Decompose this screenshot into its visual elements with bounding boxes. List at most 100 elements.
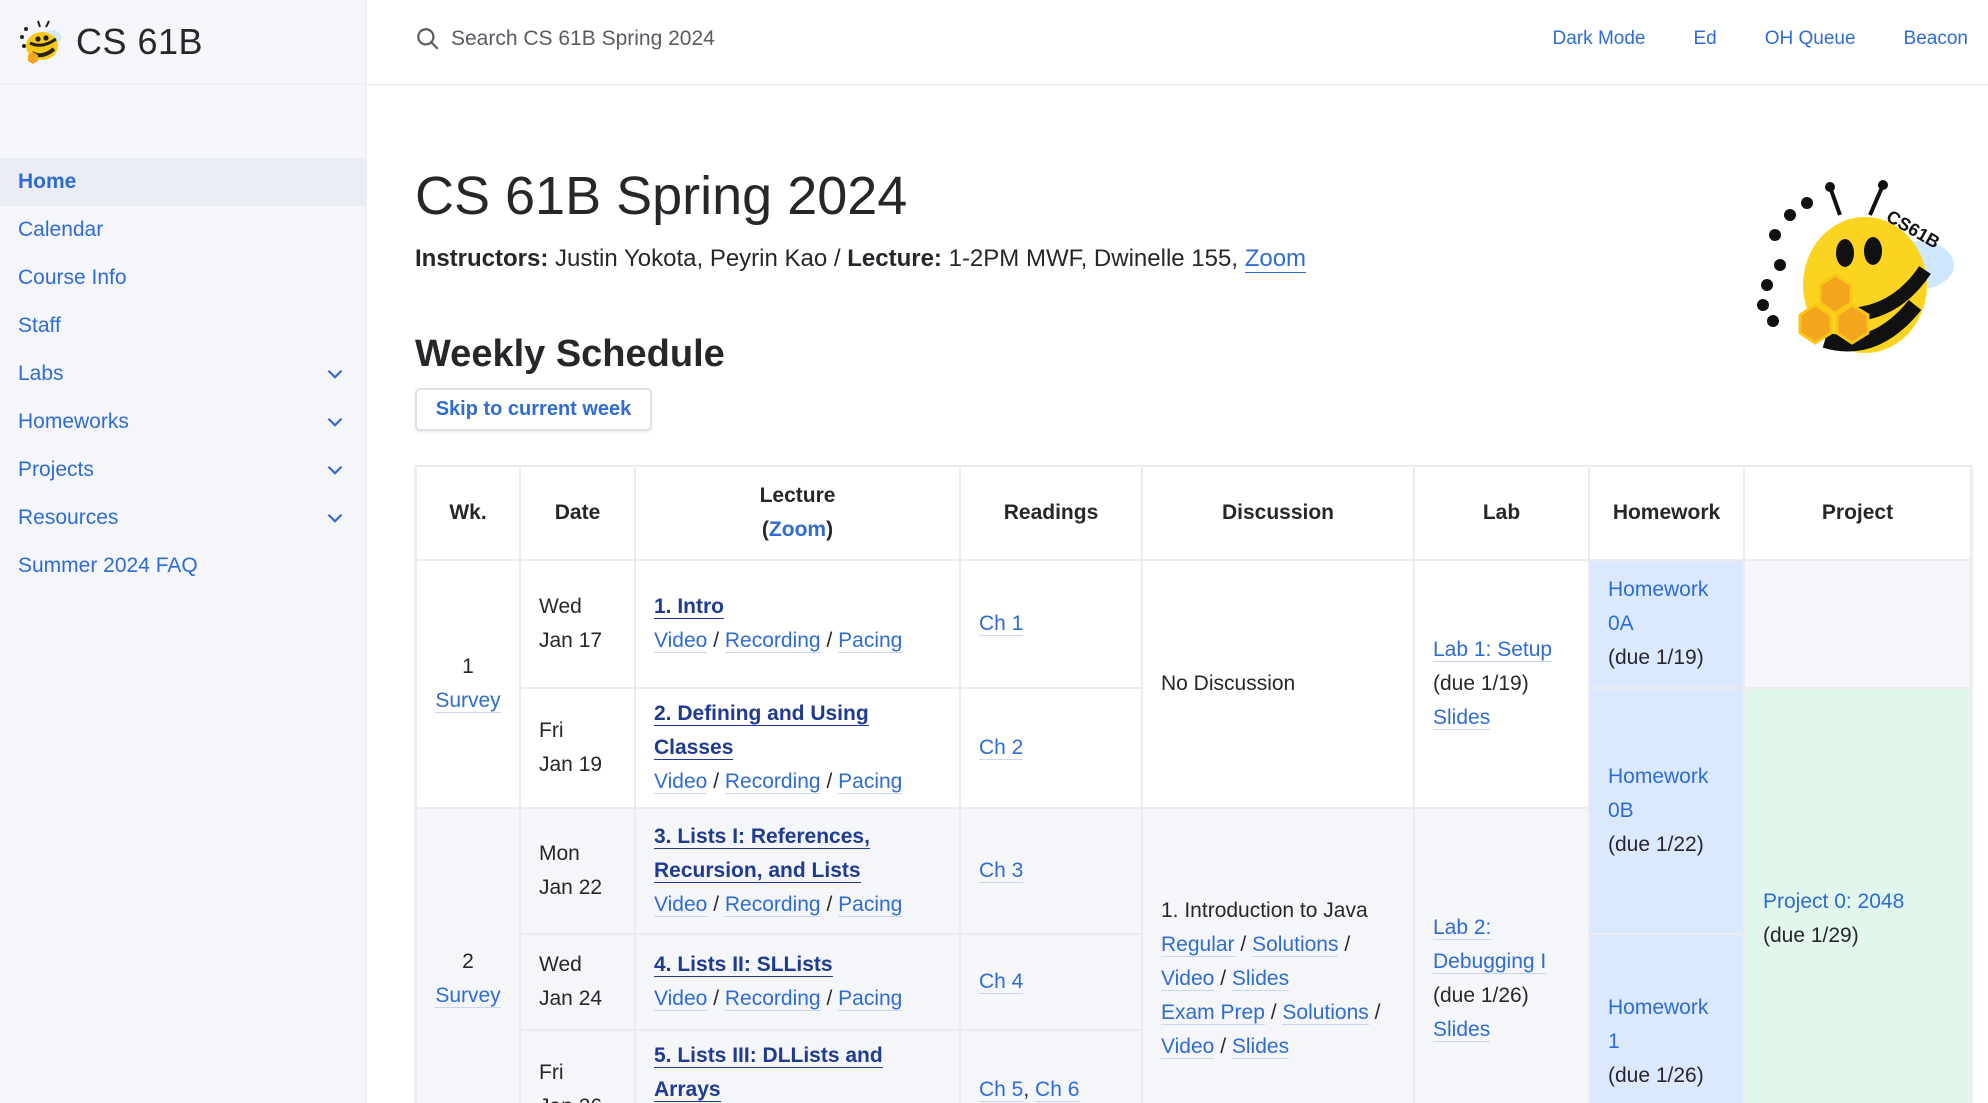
lecture-title-link[interactable]: 4. Lists II: SLLists	[654, 953, 833, 977]
recording-link[interactable]: Recording	[724, 770, 821, 794]
date-cell: Fri Jan 19	[519, 687, 636, 809]
bee-logo-icon	[20, 20, 61, 64]
lecture-cell: 5. Lists III: DLLists and Arrays Video /…	[634, 1029, 961, 1103]
header-wk: Wk.	[415, 465, 521, 561]
table-row: 1 Survey Wed Jan 17 1. Intro Video / Reco…	[415, 559, 1972, 809]
sidebar-item-homeworks[interactable]: Homeworks	[0, 398, 366, 446]
lab-slides-link[interactable]: Slides	[1433, 1018, 1491, 1042]
schedule-heading: Weekly Schedule	[415, 333, 725, 375]
sidebar-item-label: Staff	[18, 314, 61, 337]
pacing-link[interactable]: Pacing	[838, 893, 903, 917]
beacon-link[interactable]: Beacon	[1904, 28, 1968, 50]
sidebar-item-resources[interactable]: Resources	[0, 494, 366, 542]
recording-link[interactable]: Recording	[724, 629, 821, 653]
aux-nav: Dark Mode Ed OH Queue Beacon	[1553, 28, 1968, 50]
due-label: (due 1/19)	[1608, 646, 1704, 669]
dark-mode-link[interactable]: Dark Mode	[1553, 28, 1646, 50]
instructors-names: Justin Yokota, Peyrin Kao	[555, 245, 828, 272]
chevron-down-icon[interactable]	[322, 457, 348, 483]
separator: /	[713, 893, 720, 916]
homework-link[interactable]: Homework 0B	[1608, 765, 1708, 822]
reading-link[interactable]: Ch 6	[1035, 1078, 1080, 1102]
oh-queue-link[interactable]: OH Queue	[1765, 28, 1856, 50]
sidebar-item-home[interactable]: Home	[0, 158, 366, 206]
video-link[interactable]: Video	[654, 987, 708, 1011]
reading-link[interactable]: Ch 3	[979, 859, 1024, 883]
lecture-title-link[interactable]: 5. Lists III: DLLists and Arrays	[654, 1044, 883, 1102]
date-label: Jan 19	[539, 753, 603, 776]
site-title: CS 61B	[76, 21, 204, 62]
lab-link[interactable]: Lab 1: Setup	[1433, 638, 1553, 662]
discussion-cell: No Discussion	[1141, 559, 1415, 809]
lab-cell: Lab 2: Debugging I (due 1/26) Slides	[1413, 807, 1590, 1103]
survey-link[interactable]: Survey	[435, 984, 501, 1008]
date-label: Jan 22	[539, 876, 603, 899]
pacing-link[interactable]: Pacing	[838, 770, 903, 794]
discussion-slides-link[interactable]: Slides	[1231, 967, 1290, 991]
exam-prep-solutions-link[interactable]: Solutions	[1282, 1001, 1369, 1025]
course-info-line: Instructors: Justin Yokota, Peyrin Kao /…	[415, 245, 1307, 273]
video-link[interactable]: Video	[654, 770, 708, 794]
pacing-link[interactable]: Pacing	[838, 987, 903, 1011]
video-link[interactable]: Video	[654, 893, 708, 917]
search-input[interactable]	[451, 27, 951, 51]
top-bar: Dark Mode Ed OH Queue Beacon	[367, 0, 1988, 85]
sidebar-item-label: Projects	[18, 458, 94, 481]
site-header[interactable]: CS 61B	[0, 0, 366, 85]
skip-to-current-week-button[interactable]: Skip to current week	[415, 388, 652, 431]
discussion-solutions-link[interactable]: Solutions	[1252, 933, 1339, 957]
discussion-video-link[interactable]: Video	[1161, 967, 1215, 991]
recording-link[interactable]: Recording	[724, 987, 821, 1011]
ed-link[interactable]: Ed	[1693, 28, 1716, 50]
readings-cell: Ch 5, Ch 6	[959, 1029, 1143, 1103]
header-readings: Readings	[959, 465, 1143, 561]
readings-cell: Ch 1	[959, 559, 1143, 689]
lecture-title-link[interactable]: 3. Lists I: References, Recursion, and L…	[654, 825, 870, 883]
homework-cell: Homework 0B (due 1/22)	[1588, 687, 1745, 935]
readings-cell: Ch 2	[959, 687, 1143, 809]
lecture-label: Lecture:	[847, 245, 942, 272]
recording-link[interactable]: Recording	[724, 893, 821, 917]
reading-link[interactable]: Ch 1	[979, 612, 1024, 636]
pacing-link[interactable]: Pacing	[838, 629, 903, 653]
sidebar-item-projects[interactable]: Projects	[0, 446, 366, 494]
separator: /	[826, 987, 833, 1010]
chevron-down-icon[interactable]	[322, 361, 348, 387]
sidebar-item-staff[interactable]: Staff	[0, 302, 366, 350]
separator: /	[713, 987, 720, 1010]
separator: /	[713, 770, 720, 793]
discussion-regular-link[interactable]: Regular	[1161, 933, 1235, 957]
project-link[interactable]: Project 0: 2048	[1763, 890, 1904, 913]
sidebar-item-course-info[interactable]: Course Info	[0, 254, 366, 302]
search-bar[interactable]	[415, 26, 951, 52]
schedule-table: Wk. Date Lecture (Zoom) Readings Discussi…	[415, 465, 1972, 1103]
due-label: (due 1/22)	[1608, 833, 1704, 856]
reading-link[interactable]: Ch 4	[979, 970, 1024, 994]
survey-link[interactable]: Survey	[435, 689, 501, 713]
lab-link[interactable]: Lab 2: Debugging I	[1433, 916, 1547, 974]
reading-link[interactable]: Ch 5	[979, 1078, 1024, 1102]
exam-prep-video-link[interactable]: Video	[1161, 1035, 1215, 1059]
exam-prep-slides-link[interactable]: Slides	[1231, 1035, 1290, 1059]
lecture-zoom-link[interactable]: Zoom	[769, 518, 826, 541]
readings-cell: Ch 3	[959, 807, 1143, 935]
sidebar-item-label: Summer 2024 FAQ	[18, 554, 198, 577]
zoom-link[interactable]: Zoom	[1244, 245, 1307, 273]
video-link[interactable]: Video	[654, 629, 708, 653]
project-cell: Project 0: 2048 (due 1/29)	[1743, 687, 1972, 1103]
reading-link[interactable]: Ch 2	[979, 736, 1024, 760]
exam-prep-link[interactable]: Exam Prep	[1161, 1001, 1265, 1025]
sidebar-item-calendar[interactable]: Calendar	[0, 206, 366, 254]
homework-link[interactable]: Homework 1	[1608, 996, 1708, 1053]
separator: /	[826, 770, 833, 793]
sidebar-item-labs[interactable]: Labs	[0, 350, 366, 398]
lecture-title-link[interactable]: 1. Intro	[654, 595, 725, 619]
lecture-title-link[interactable]: 2. Defining and Using Classes	[654, 702, 869, 760]
lab-slides-link[interactable]: Slides	[1433, 706, 1491, 730]
chevron-down-icon[interactable]	[322, 505, 348, 531]
date-label: Jan 24	[539, 987, 603, 1010]
homework-link[interactable]: Homework 0A	[1608, 578, 1708, 635]
chevron-down-icon[interactable]	[322, 409, 348, 435]
lecture-cell: 3. Lists I: References, Recursion, and L…	[634, 807, 961, 935]
sidebar-item-summer-faq[interactable]: Summer 2024 FAQ	[0, 542, 366, 590]
